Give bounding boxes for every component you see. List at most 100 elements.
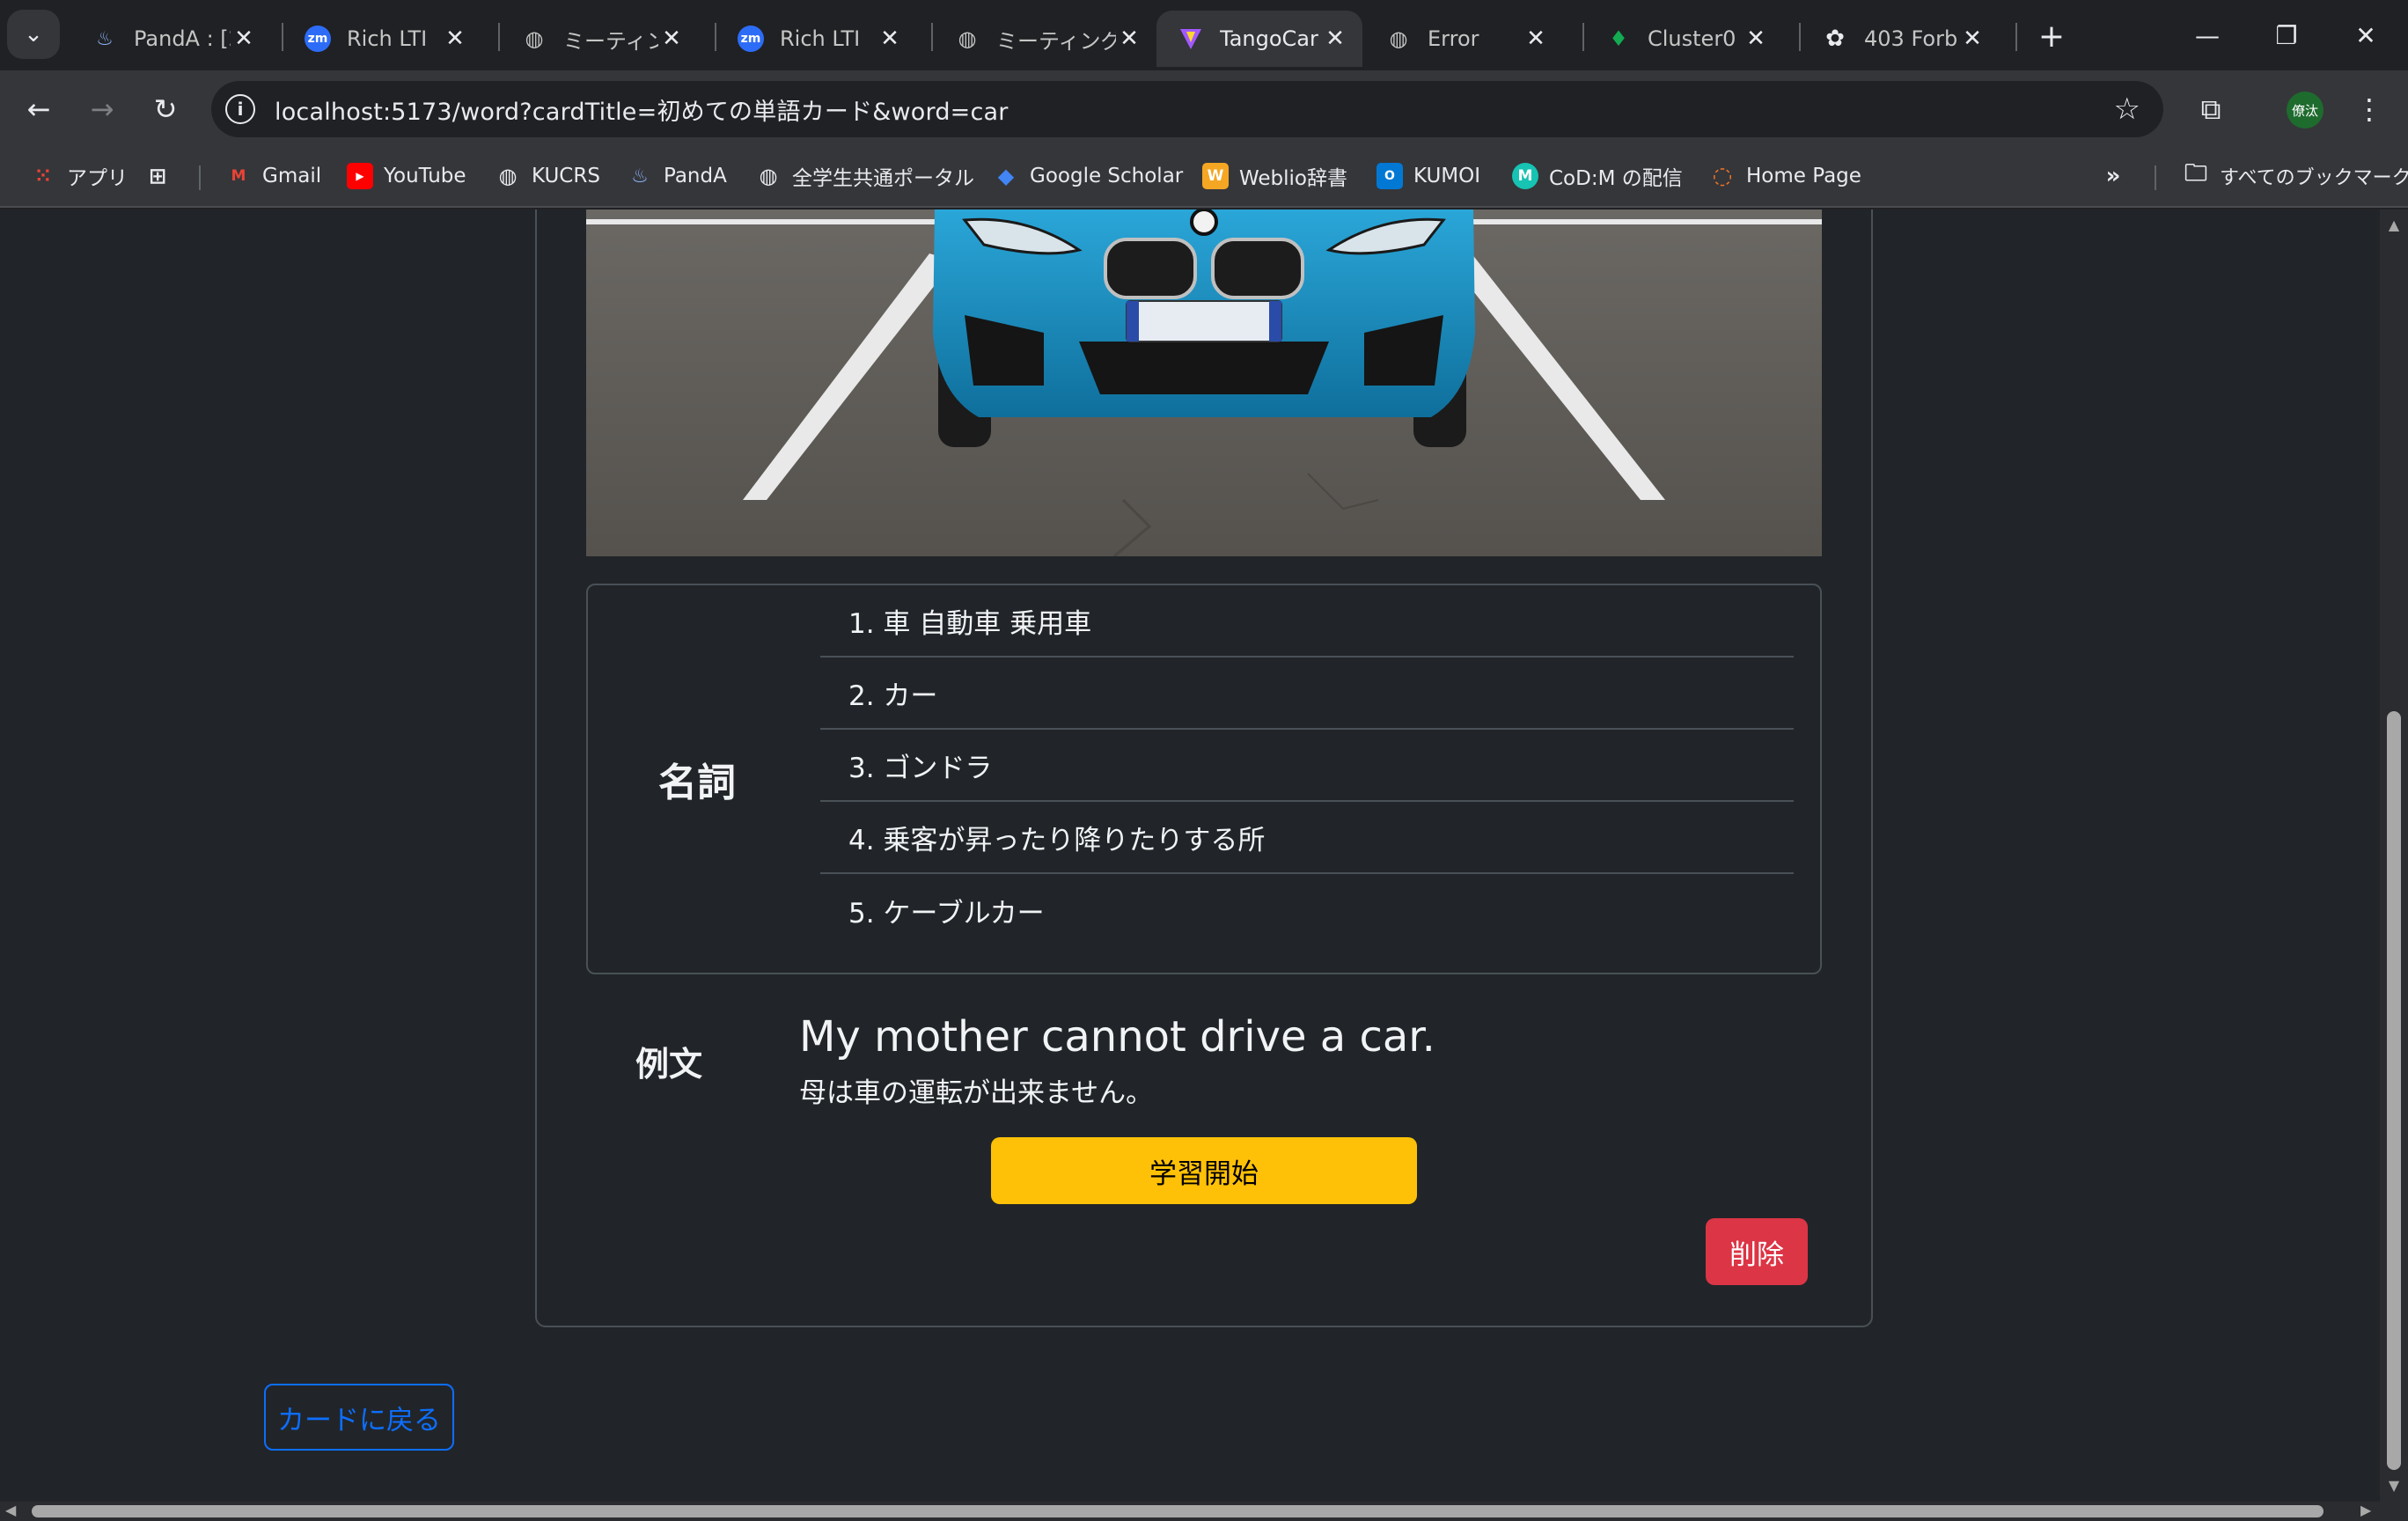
bookmark-codm[interactable]: M CoD:M の配信 — [1512, 158, 1683, 194]
bookmark-label: Google Scholar — [1030, 165, 1184, 187]
all-bookmarks-button[interactable]: 🗀 すべてのブックマーク — [2183, 158, 2408, 194]
bookmark-kucrs[interactable]: ◍ KUCRS — [495, 158, 600, 194]
weblio-icon: W — [1202, 163, 1229, 189]
tab-403[interactable]: ✿ 403 Forbi ✕ — [1801, 11, 2000, 67]
tab-meeting-1[interactable]: ◍ ミーティング ✕ — [500, 11, 699, 67]
bookmark-label: Weblio辞書 — [1239, 167, 1347, 190]
profile-label: 僚汰 — [2291, 102, 2318, 119]
tab-rich-lti-2[interactable]: zm Rich LTI ✕ — [716, 11, 917, 67]
bookmark-label: Gmail — [262, 165, 322, 187]
close-icon[interactable]: ✕ — [658, 26, 685, 52]
part-of-speech: 名詞 — [658, 760, 736, 805]
close-icon[interactable]: ✕ — [1523, 26, 1549, 52]
scroll-left-icon[interactable]: ◀ — [5, 1502, 16, 1518]
panda-icon: ♨ — [96, 27, 114, 50]
scholar-icon: ◆ — [997, 164, 1015, 188]
horizontal-scroll-thumb[interactable] — [32, 1505, 2324, 1517]
back-to-card-button[interactable]: カードに戻る — [264, 1384, 454, 1451]
example-label: 例文 — [635, 1045, 703, 1084]
bookmark-label: KUCRS — [532, 165, 600, 187]
page-viewport: 名詞 1. 車 自動車 乗用車 2. カー 3. ゴンドラ 4. 乗客が昇ったり… — [0, 209, 2380, 1502]
bookmark-youtube[interactable]: ▶ YouTube — [347, 158, 466, 194]
new-tab-button[interactable]: + — [2031, 16, 2072, 56]
tab-strip: ⌄ ♨ PandA : [2 ✕ zm Rich LTI ✕ ◍ ミーティング … — [0, 0, 2408, 70]
folder-icon: 🗀 — [2184, 160, 2207, 187]
bookmark-label: アプリ — [67, 167, 128, 190]
delete-button[interactable]: 削除 — [1706, 1218, 1808, 1285]
meanings-list: 1. 車 自動車 乗用車 2. カー 3. ゴンドラ 4. 乗客が昇ったり降りた… — [820, 585, 1794, 946]
arrow-left-icon: ← — [26, 92, 51, 126]
scroll-right-icon[interactable]: ▶ — [2360, 1502, 2371, 1518]
minimize-button[interactable]: — — [2176, 12, 2239, 58]
bookmark-apps[interactable]: ⁙ アプリ — [30, 158, 128, 194]
vite-icon — [1178, 26, 1204, 52]
minimize-icon: — — [2195, 20, 2220, 50]
site-info-icon[interactable]: i — [225, 94, 255, 124]
browser-menu-button[interactable]: ⋮ — [2348, 88, 2390, 130]
bookmark-label: CoD:M の配信 — [1549, 167, 1683, 190]
bookmark-gmail[interactable]: M Gmail — [225, 158, 322, 194]
close-icon: ✕ — [2355, 20, 2376, 50]
globe-icon: ◍ — [525, 26, 544, 51]
tab-cluster0[interactable]: ♦ Cluster0 [ ✕ — [1584, 11, 1783, 67]
tab-search-button[interactable]: ⌄ — [7, 10, 60, 59]
close-icon[interactable]: ✕ — [1322, 26, 1348, 52]
example-sentence-en: My mother cannot drive a car. — [799, 1012, 1435, 1062]
bookmark-star-icon[interactable]: ☆ — [2114, 92, 2140, 127]
meaning-item: 5. ケーブルカー — [848, 897, 1045, 930]
extensions-button[interactable]: ⧉ — [2190, 88, 2232, 130]
reload-button[interactable]: ↻ — [141, 84, 190, 134]
bookmark-label: PandA — [664, 165, 727, 187]
bookmark-portal[interactable]: ◍ 全学生共通ポータル — [755, 158, 974, 194]
close-icon[interactable]: ✕ — [1743, 26, 1769, 52]
bookmark-tab-groups[interactable]: ⊞ — [144, 158, 181, 194]
horizontal-scrollbar[interactable]: ◀ ▶ — [0, 1502, 2408, 1521]
close-icon[interactable]: ✕ — [1959, 26, 1986, 52]
forward-button[interactable]: → — [77, 84, 127, 134]
bookmark-label: YouTube — [384, 165, 466, 187]
url-text[interactable]: localhost:5173/word?cardTitle=初めての単語カード&… — [275, 92, 1009, 127]
vertical-scrollbar[interactable]: ▲ ▼ — [2380, 209, 2408, 1502]
window-close-button[interactable]: ✕ — [2334, 12, 2397, 58]
more-vert-icon: ⋮ — [2355, 92, 2383, 126]
tab-meeting-2[interactable]: ◍ ミーティング ✕ — [933, 11, 1156, 67]
puzzle-icon: ⧉ — [2200, 92, 2221, 126]
close-icon[interactable]: ✕ — [231, 26, 257, 52]
tab-title: ミーティング — [996, 28, 1116, 54]
start-study-button[interactable]: 学習開始 — [991, 1137, 1417, 1204]
back-button[interactable]: ← — [14, 84, 63, 134]
tab-rich-lti-1[interactable]: zm Rich LTI ✕ — [283, 11, 482, 67]
bookmark-google-scholar[interactable]: ◆ Google Scholar — [993, 158, 1184, 194]
tab-title: ミーティング — [563, 28, 658, 54]
bookmarks-overflow-button[interactable]: » — [2100, 158, 2137, 194]
meanings-box: 名詞 1. 車 自動車 乗用車 2. カー 3. ゴンドラ 4. 乗客が昇ったり… — [586, 584, 1822, 974]
bookmark-kumoi[interactable]: O KUMOI — [1377, 158, 1480, 194]
tab-error[interactable]: ◍ Error ✕ — [1364, 11, 1563, 67]
vertical-scroll-thumb[interactable] — [2387, 711, 2401, 1470]
grid-icon: ⊞ — [148, 164, 167, 188]
close-icon[interactable]: ✕ — [1116, 26, 1142, 52]
panda-icon: ♨ — [631, 165, 649, 187]
close-icon[interactable]: ✕ — [877, 26, 903, 52]
restore-icon: ❐ — [2275, 20, 2298, 50]
meaning-item: 1. 車 自動車 乗用車 — [820, 585, 1794, 658]
tab-panda[interactable]: ♨ PandA : [2 ✕ — [70, 11, 271, 67]
reload-icon: ↻ — [153, 92, 178, 126]
tab-title: 403 Forbi — [1864, 26, 1959, 51]
tab-separator — [2015, 23, 2017, 51]
profile-avatar[interactable]: 僚汰 — [2287, 92, 2324, 129]
tab-title: Rich LTI — [780, 26, 861, 51]
codm-icon: M — [1512, 163, 1538, 189]
browser-toolbar: ← → ↻ i localhost:5173/word?cardTitle=初め… — [0, 70, 2408, 146]
scroll-down-icon[interactable]: ▼ — [2385, 1477, 2403, 1494]
restore-button[interactable]: ❐ — [2255, 12, 2318, 58]
chevron-down-icon: ⌄ — [24, 21, 43, 48]
tab-tangocard[interactable]: TangoCar ✕ — [1156, 11, 1362, 67]
globe-icon: ◍ — [759, 164, 778, 188]
bookmark-home-page[interactable]: ◌ Home Page — [1709, 158, 1861, 194]
address-bar[interactable]: i localhost:5173/word?cardTitle=初めての単語カー… — [211, 81, 2163, 137]
bookmark-panda[interactable]: ♨ PandA — [627, 158, 727, 194]
close-icon[interactable]: ✕ — [442, 26, 468, 52]
scroll-up-icon[interactable]: ▲ — [2385, 217, 2403, 233]
bookmark-weblio[interactable]: W Weblio辞書 — [1202, 158, 1347, 194]
